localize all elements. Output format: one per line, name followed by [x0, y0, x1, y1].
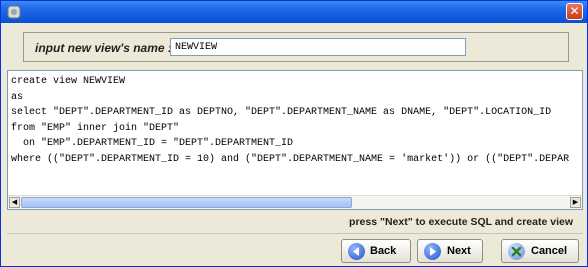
- back-button[interactable]: Back: [341, 239, 411, 263]
- back-button-label: Back: [370, 245, 397, 257]
- cancel-x-icon: [508, 243, 525, 260]
- close-button[interactable]: ✕: [566, 3, 583, 20]
- scroll-right-button[interactable]: ▶: [570, 197, 581, 208]
- horizontal-scrollbar[interactable]: ◀ ▶: [8, 195, 582, 209]
- title-bar[interactable]: ✕: [1, 1, 587, 23]
- back-arrow-icon: [348, 243, 365, 260]
- next-arrow-icon: [424, 243, 441, 260]
- dialog-window: ✕ input new view's name : NEWVIEW create…: [0, 0, 588, 267]
- app-icon: [7, 5, 21, 19]
- hint-text: press "Next" to execute SQL and create v…: [349, 216, 573, 228]
- view-name-label: input new view's name :: [35, 41, 172, 55]
- sql-text[interactable]: create view NEWVIEW as select "DEPT".DEP…: [11, 74, 569, 167]
- scrollbar-thumb[interactable]: [21, 197, 352, 208]
- cancel-button[interactable]: Cancel: [501, 239, 579, 263]
- scroll-left-button[interactable]: ◀: [9, 197, 20, 208]
- cancel-button-label: Cancel: [531, 245, 568, 257]
- next-button[interactable]: Next: [417, 239, 483, 263]
- view-name-input[interactable]: NEWVIEW: [170, 38, 466, 56]
- sql-editor[interactable]: create view NEWVIEW as select "DEPT".DEP…: [7, 70, 583, 210]
- button-bar: Back Next Cancel: [7, 233, 583, 264]
- view-name-panel: input new view's name : NEWVIEW: [23, 32, 569, 62]
- next-button-label: Next: [447, 245, 471, 257]
